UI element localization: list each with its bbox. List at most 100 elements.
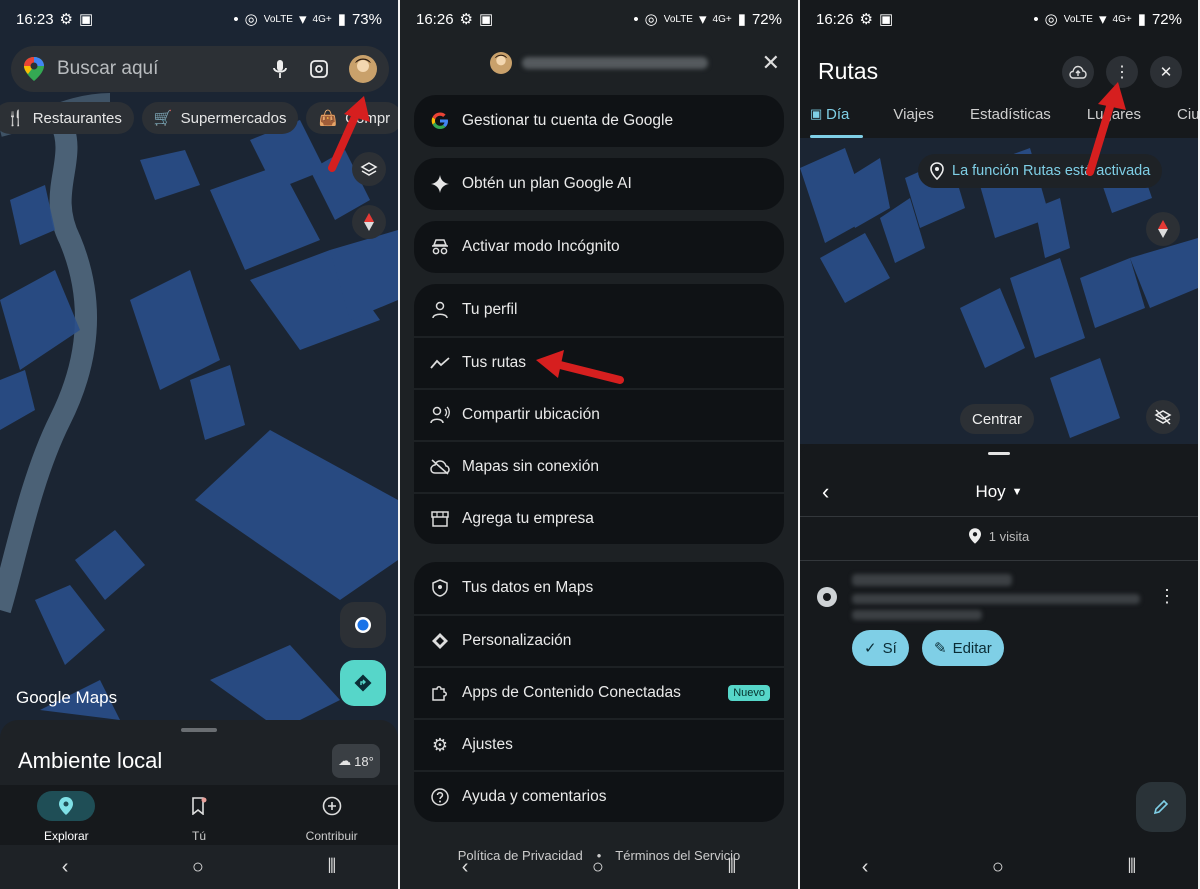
weather-chip[interactable]: ☁ 18°	[332, 744, 380, 778]
close-icon[interactable]: ✕	[762, 50, 780, 76]
privacy-link[interactable]: Política de Privacidad	[458, 848, 583, 863]
menu-label: Gestionar tu cuenta de Google	[462, 112, 674, 129]
home-icon[interactable]: ○	[192, 856, 204, 879]
divider	[800, 516, 1198, 517]
home-icon[interactable]: ○	[992, 856, 1004, 879]
battery-level: 72%	[751, 10, 782, 28]
tab-label: Día	[826, 106, 850, 123]
compass-button[interactable]	[1146, 212, 1180, 246]
menu-group-incognito: Activar modo Incógnito	[414, 221, 784, 273]
menu-item-profile[interactable]: Tu perfil	[414, 284, 784, 336]
check-icon: ✓	[864, 640, 877, 657]
directions-button[interactable]	[340, 660, 386, 706]
phone-icon: ▣	[79, 11, 94, 28]
nav-contribuir[interactable]: Contribuir	[265, 785, 398, 845]
edit-button[interactable]: ✎ Editar	[922, 630, 1004, 666]
temperature: 18°	[354, 753, 374, 769]
confirm-yes-button[interactable]: ✓ Sí	[852, 630, 909, 666]
menu-item-your-data[interactable]: Tus datos en Maps	[414, 562, 784, 614]
nav-explorar[interactable]: Explorar	[0, 785, 133, 845]
tab-label: Estadísticas	[969, 106, 1051, 123]
lens-icon[interactable]	[309, 59, 329, 79]
cloud-off-icon	[430, 457, 450, 477]
hide-map-button[interactable]	[1146, 400, 1180, 434]
search-input[interactable]: Buscar aquí	[57, 58, 273, 80]
pencil-icon: ✎	[934, 640, 947, 657]
battery-icon: ▮	[1137, 11, 1146, 28]
menu-item-connected-apps[interactable]: Apps de Contenido Conectadas Nuevo	[414, 666, 784, 718]
avatar[interactable]	[490, 52, 512, 74]
legal-footer: Política de Privacidad • Términos del Se…	[400, 848, 798, 863]
center-button[interactable]: Centrar	[960, 404, 1035, 434]
tab-viajes[interactable]: Viajes	[879, 100, 948, 138]
tab-estadisticas[interactable]: Estadísticas	[956, 100, 1065, 138]
chip-label: Supermercados	[180, 109, 287, 127]
menu-label: Tus datos en Maps	[462, 579, 594, 596]
menu-item-manage-account[interactable]: Gestionar tu cuenta de Google	[414, 95, 784, 147]
location-status-icon: ◎	[244, 11, 258, 28]
location-status-icon: ◎	[1044, 11, 1058, 28]
tab-dia[interactable]: ▣ Día	[800, 100, 864, 138]
menu-label: Agrega tu empresa	[462, 510, 594, 527]
close-button[interactable]: ✕	[1150, 56, 1182, 88]
microphone-icon[interactable]	[273, 59, 287, 79]
compass-button[interactable]	[352, 205, 386, 239]
recents-icon[interactable]: ⦀	[1127, 856, 1136, 879]
status-bar: 16:26 ⚙ ▣ • ◎ VoLTE ▾ 4G+ ▮ 72%	[400, 0, 798, 38]
menu-item-google-ai[interactable]: Obtén un plan Google AI	[414, 158, 784, 210]
divider	[800, 560, 1198, 561]
status-time: 16:26	[816, 10, 854, 28]
calendar-icon: ▣	[810, 106, 823, 121]
menu-label: Apps de Contenido Conectadas	[462, 684, 681, 701]
location-status-icon: ◎	[644, 11, 658, 28]
avatar[interactable]	[349, 55, 377, 83]
visit-summary: 1 visita	[800, 528, 1198, 544]
cloud-upload-icon	[1069, 65, 1087, 79]
menu-item-incognito[interactable]: Activar modo Incógnito	[414, 221, 784, 273]
cart-icon: 🛒	[153, 110, 173, 127]
signal-label: 4G+	[1112, 13, 1132, 25]
menu-item-personalization[interactable]: Personalización	[414, 614, 784, 666]
prev-day-icon[interactable]: ‹	[822, 479, 829, 505]
battery-level: 73%	[351, 10, 382, 28]
menu-item-help[interactable]: Ayuda y comentarios	[414, 770, 784, 822]
signal-label: 4G+	[712, 13, 732, 25]
edit-fab[interactable]	[1136, 782, 1186, 832]
trending-icon	[430, 353, 450, 373]
panel-account-menu: 16:26 ⚙ ▣ • ◎ VoLTE ▾ 4G+ ▮ 72% ✕ Gestio…	[400, 0, 798, 889]
more-vert-icon[interactable]: ⋮	[1158, 586, 1176, 607]
directions-icon	[353, 673, 373, 693]
more-vert-icon: ⋮	[1114, 64, 1130, 81]
plus-circle-icon	[303, 791, 361, 821]
nav-label: Explorar	[43, 829, 89, 843]
back-icon[interactable]: ‹	[62, 856, 69, 879]
nav-tu[interactable]: Tú	[133, 785, 266, 845]
menu-group-account: Gestionar tu cuenta de Google	[414, 95, 784, 147]
menu-item-share-location[interactable]: Compartir ubicación	[414, 388, 784, 440]
menu-item-add-business[interactable]: Agrega tu empresa	[414, 492, 784, 544]
back-icon[interactable]: ‹	[862, 856, 869, 879]
day-selector[interactable]: ‹ Hoy ▼	[800, 472, 1198, 512]
wifi-icon: ▾	[1098, 11, 1107, 28]
menu-group-settings: Tus datos en Maps Personalización Apps d…	[414, 562, 784, 822]
recents-icon[interactable]: ⦀	[327, 856, 336, 879]
wifi-icon: ▾	[298, 11, 307, 28]
bottom-navigation: Explorar Tú Contribuir	[0, 785, 398, 845]
sheet-handle[interactable]	[181, 728, 217, 732]
chip-label: Restaurantes	[32, 109, 122, 127]
terms-link[interactable]: Términos del Servicio	[615, 848, 740, 863]
menu-group-personal: Tu perfil Tus rutas Compartir ubicación …	[414, 284, 784, 544]
shield-icon	[430, 578, 450, 598]
chip-supermercados[interactable]: 🛒 Supermercados	[141, 102, 299, 134]
pencil-icon	[1152, 798, 1170, 816]
tab-ciudades[interactable]: Ciu	[1163, 100, 1198, 138]
sheet-handle[interactable]	[988, 452, 1010, 455]
my-location-button[interactable]	[340, 602, 386, 648]
volte-icon: VoLTE	[263, 13, 293, 25]
place-dot-icon	[816, 586, 838, 608]
battery-level: 72%	[1151, 10, 1182, 28]
menu-item-settings[interactable]: ⚙ Ajustes	[414, 718, 784, 770]
chip-restaurantes[interactable]: 🍴 Restaurantes	[0, 102, 134, 134]
search-bar[interactable]: Buscar aquí	[11, 46, 389, 92]
menu-item-offline-maps[interactable]: Mapas sin conexión	[414, 440, 784, 492]
